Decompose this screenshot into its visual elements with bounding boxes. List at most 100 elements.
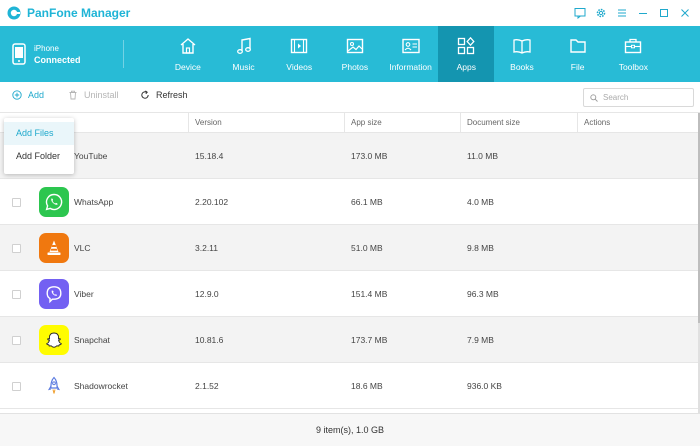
- add-button[interactable]: Add: [12, 90, 44, 100]
- close-icon: [681, 9, 689, 17]
- app-version: 2.1.52: [195, 381, 219, 391]
- rocket-icon: [39, 371, 69, 401]
- app-version: 10.81.6: [195, 335, 224, 345]
- add-files-menu-item[interactable]: Add Files: [4, 122, 74, 145]
- row-checkbox[interactable]: [12, 382, 21, 391]
- toolbox-icon: [625, 38, 642, 54]
- app-size: 66.1 MB: [351, 197, 383, 207]
- tab-toolbox[interactable]: Toolbox: [606, 26, 662, 82]
- menu-icon: [618, 9, 626, 17]
- app-size: 173.7 MB: [351, 335, 388, 345]
- app-version: 3.2.11: [195, 243, 219, 253]
- row-checkbox[interactable]: [12, 244, 21, 253]
- apps-icon: [458, 36, 475, 55]
- app-version: 12.9.0: [195, 289, 219, 299]
- tab-device[interactable]: Device: [160, 26, 216, 82]
- maximize-button[interactable]: [655, 5, 673, 21]
- app-name: Shadowrocket: [74, 381, 128, 391]
- feedback-button[interactable]: [571, 5, 589, 21]
- refresh-button[interactable]: Refresh: [140, 90, 188, 100]
- main-nav-bar: iPhone Connected Device Music Videos Pho…: [0, 26, 700, 82]
- app-version: 2.20.102: [195, 197, 229, 207]
- table-row[interactable]: Shadowrocket 2.1.52 18.6 MB 936.0 KB: [0, 363, 698, 409]
- column-header-document-size[interactable]: Document size: [460, 113, 578, 133]
- vlc-cone-icon: [39, 233, 69, 263]
- panfone-logo-icon: [7, 6, 21, 20]
- tab-apps[interactable]: Apps: [438, 26, 495, 82]
- add-folder-menu-item[interactable]: Add Folder: [4, 145, 74, 168]
- minimize-button[interactable]: [634, 5, 652, 21]
- tab-photos[interactable]: Photos: [327, 26, 383, 82]
- book-icon: [513, 39, 531, 54]
- whatsapp-icon: [39, 187, 69, 217]
- maximize-icon: [660, 9, 668, 17]
- trash-icon: [69, 90, 77, 100]
- close-button[interactable]: [676, 5, 694, 21]
- document-size: 9.8 MB: [467, 243, 494, 253]
- document-size: 11.0 MB: [467, 151, 499, 161]
- window-controls: [571, 5, 694, 21]
- search-input[interactable]: [603, 93, 691, 102]
- uninstall-button[interactable]: Uninstall: [68, 90, 119, 100]
- app-size: 173.0 MB: [351, 151, 388, 161]
- music-icon: [236, 37, 251, 54]
- app-toolbar: Add Uninstall Refresh: [0, 82, 700, 113]
- status-bar: 9 item(s), 1.0 GB: [0, 413, 700, 446]
- table-row[interactable]: VLC 3.2.11 51.0 MB 9.8 MB: [0, 225, 698, 271]
- table-row[interactable]: YouTube 15.18.4 173.0 MB 11.0 MB: [0, 133, 698, 179]
- app-title: PanFone Manager: [27, 6, 131, 20]
- column-header-app-size[interactable]: App size: [344, 113, 461, 133]
- column-header-actions: Actions: [577, 113, 698, 133]
- apps-table: Version App size Document size Actions Y…: [0, 113, 700, 413]
- table-row[interactable]: Viber 12.9.0 151.4 MB 96.3 MB: [0, 271, 698, 317]
- app-version: 15.18.4: [195, 151, 224, 161]
- tab-books[interactable]: Books: [494, 26, 550, 82]
- search-box[interactable]: [583, 88, 694, 107]
- app-name: Snapchat: [74, 335, 110, 345]
- row-checkbox[interactable]: [12, 290, 21, 299]
- app-name: YouTube: [74, 151, 108, 161]
- image-icon: [346, 38, 364, 54]
- phone-icon: [12, 43, 26, 65]
- app-size: 51.0 MB: [351, 243, 383, 253]
- device-status: Connected: [34, 54, 81, 65]
- device-name: iPhone: [34, 43, 59, 53]
- add-menu: Add Files Add Folder: [4, 118, 74, 174]
- document-size: 936.0 KB: [467, 381, 502, 391]
- app-name: Viber: [74, 289, 94, 299]
- tab-information[interactable]: Information: [383, 26, 439, 82]
- plus-icon: [12, 90, 22, 100]
- menu-button[interactable]: [613, 5, 631, 21]
- film-icon: [291, 38, 308, 54]
- column-header-version[interactable]: Version: [188, 113, 345, 133]
- app-name: WhatsApp: [74, 197, 114, 207]
- contact-card-icon: [401, 38, 420, 54]
- refresh-icon: [141, 90, 149, 99]
- row-checkbox[interactable]: [12, 336, 21, 345]
- snapchat-ghost-icon: [39, 325, 69, 355]
- minimize-icon: [639, 13, 647, 14]
- document-size: 96.3 MB: [467, 289, 499, 299]
- table-row[interactable]: WhatsApp 2.20.102 66.1 MB 4.0 MB: [0, 179, 698, 225]
- table-header: Version App size Document size Actions: [0, 113, 700, 133]
- app-size: 151.4 MB: [351, 289, 388, 299]
- app-size: 18.6 MB: [351, 381, 383, 391]
- item-summary: 9 item(s), 1.0 GB: [315, 425, 385, 435]
- app-name: VLC: [74, 243, 91, 253]
- gear-icon: [596, 8, 606, 18]
- tab-file[interactable]: File: [550, 26, 606, 82]
- document-size: 7.9 MB: [467, 335, 494, 345]
- search-icon: [590, 93, 598, 102]
- tab-videos[interactable]: Videos: [271, 26, 327, 82]
- table-row[interactable]: Snapchat 10.81.6 173.7 MB 7.9 MB: [0, 317, 698, 363]
- device-selector[interactable]: iPhone Connected: [0, 26, 124, 82]
- folder-icon: [569, 39, 586, 53]
- nav-tabs: Device Music Videos Photos Information A…: [160, 26, 661, 82]
- viber-icon: [39, 279, 69, 309]
- row-checkbox[interactable]: [12, 198, 21, 207]
- title-bar: PanFone Manager: [0, 0, 700, 26]
- home-icon: [180, 38, 196, 54]
- settings-button[interactable]: [592, 5, 610, 21]
- document-size: 4.0 MB: [467, 197, 494, 207]
- tab-music[interactable]: Music: [216, 26, 272, 82]
